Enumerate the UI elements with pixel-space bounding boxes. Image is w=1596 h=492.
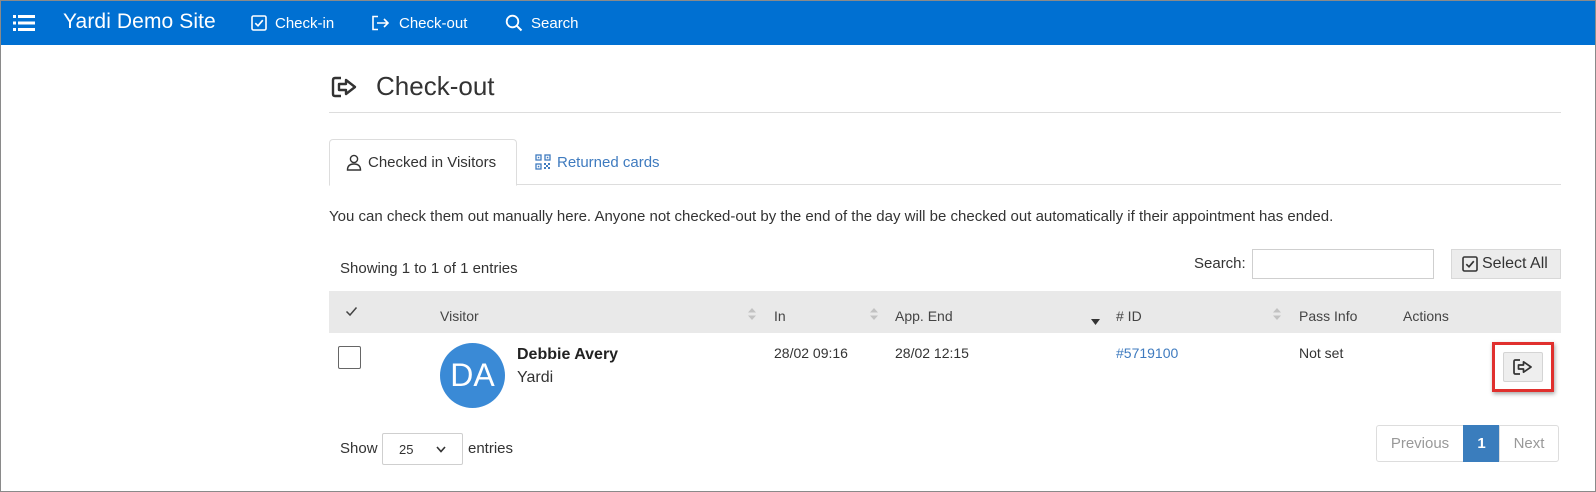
sort-icon[interactable] (748, 307, 756, 325)
next-page-button[interactable]: Next (1499, 425, 1559, 462)
info-text: You can check them out manually here. An… (329, 208, 1334, 225)
nav-check-in-label: Check-in (275, 14, 335, 32)
nav-check-out[interactable]: Check-out (371, 13, 467, 33)
search-icon (505, 14, 523, 32)
appointment-end-time: 28/02 12:15 (895, 345, 969, 361)
select-all-button[interactable]: Select All (1451, 249, 1561, 279)
qr-code-icon (535, 154, 551, 170)
top-navbar: Yardi Demo Site Check-in Check-out Searc… (1, 1, 1595, 45)
chevron-down-icon (436, 445, 446, 453)
sign-out-icon (372, 15, 390, 31)
sign-out-icon (331, 75, 359, 104)
user-icon (346, 154, 362, 171)
nav-search-label: Search (531, 14, 579, 32)
check-icon[interactable] (345, 304, 358, 320)
tab-bar: Checked in Visitors Returned cards (329, 139, 1561, 186)
brand-title[interactable]: Yardi Demo Site (63, 10, 216, 34)
tab-returned-cards-label: Returned cards (557, 153, 660, 171)
entries-label: entries (468, 440, 514, 457)
previous-page-button[interactable]: Previous (1376, 425, 1464, 462)
page-1-button[interactable]: 1 (1463, 425, 1500, 462)
page-title: Check-out (376, 71, 495, 101)
column-header-pass-info: Pass Info (1299, 308, 1358, 324)
show-label: Show (340, 440, 378, 457)
nav-search[interactable]: Search (505, 13, 579, 33)
checkbox-icon (251, 15, 267, 31)
column-header-app-end[interactable]: App. End (895, 308, 953, 324)
check-out-action-highlight (1492, 342, 1554, 392)
entries-summary: Showing 1 to 1 of 1 entries (340, 260, 518, 277)
tab-checked-in-visitors-label: Checked in Visitors (368, 154, 497, 171)
check-out-button[interactable] (1503, 352, 1543, 382)
menu-list-icon[interactable] (13, 13, 35, 33)
search-input[interactable] (1252, 249, 1434, 279)
column-header-visitor[interactable]: Visitor (440, 308, 479, 324)
table-header: Visitor In App. End # ID Pass Info Actio… (329, 291, 1561, 333)
row-checkbox[interactable] (338, 346, 361, 369)
page-size-value: 25 (399, 441, 414, 457)
search-label: Search: (1194, 255, 1246, 272)
tab-checked-in-visitors[interactable]: Checked in Visitors (329, 139, 517, 186)
page-size-select[interactable]: 25 (382, 433, 463, 465)
check-in-time: 28/02 09:16 (774, 345, 848, 361)
select-all-label: Select All (1482, 255, 1548, 272)
pagination: Previous 1 Next (1376, 425, 1559, 462)
pass-info: Not set (1299, 345, 1344, 361)
nav-check-in[interactable]: Check-in (251, 13, 334, 33)
visitor-name: Debbie Avery (517, 346, 619, 363)
sort-icon[interactable] (1273, 307, 1281, 325)
column-header-actions: Actions (1403, 308, 1449, 324)
tab-returned-cards[interactable]: Returned cards (519, 139, 676, 185)
sort-icon[interactable] (870, 307, 878, 325)
nav-check-out-label: Check-out (399, 14, 468, 32)
column-header-id[interactable]: # ID (1116, 308, 1142, 324)
visitor-company: Yardi (517, 369, 554, 386)
column-header-in[interactable]: In (774, 308, 786, 324)
avatar: DA (440, 343, 505, 408)
page-header: Check-out (329, 65, 1561, 113)
visitor-id-link[interactable]: #5719100 (1116, 345, 1178, 361)
checkbox-icon (1462, 256, 1478, 272)
sort-desc-icon[interactable] (1091, 312, 1100, 330)
sign-out-icon (1513, 359, 1532, 375)
